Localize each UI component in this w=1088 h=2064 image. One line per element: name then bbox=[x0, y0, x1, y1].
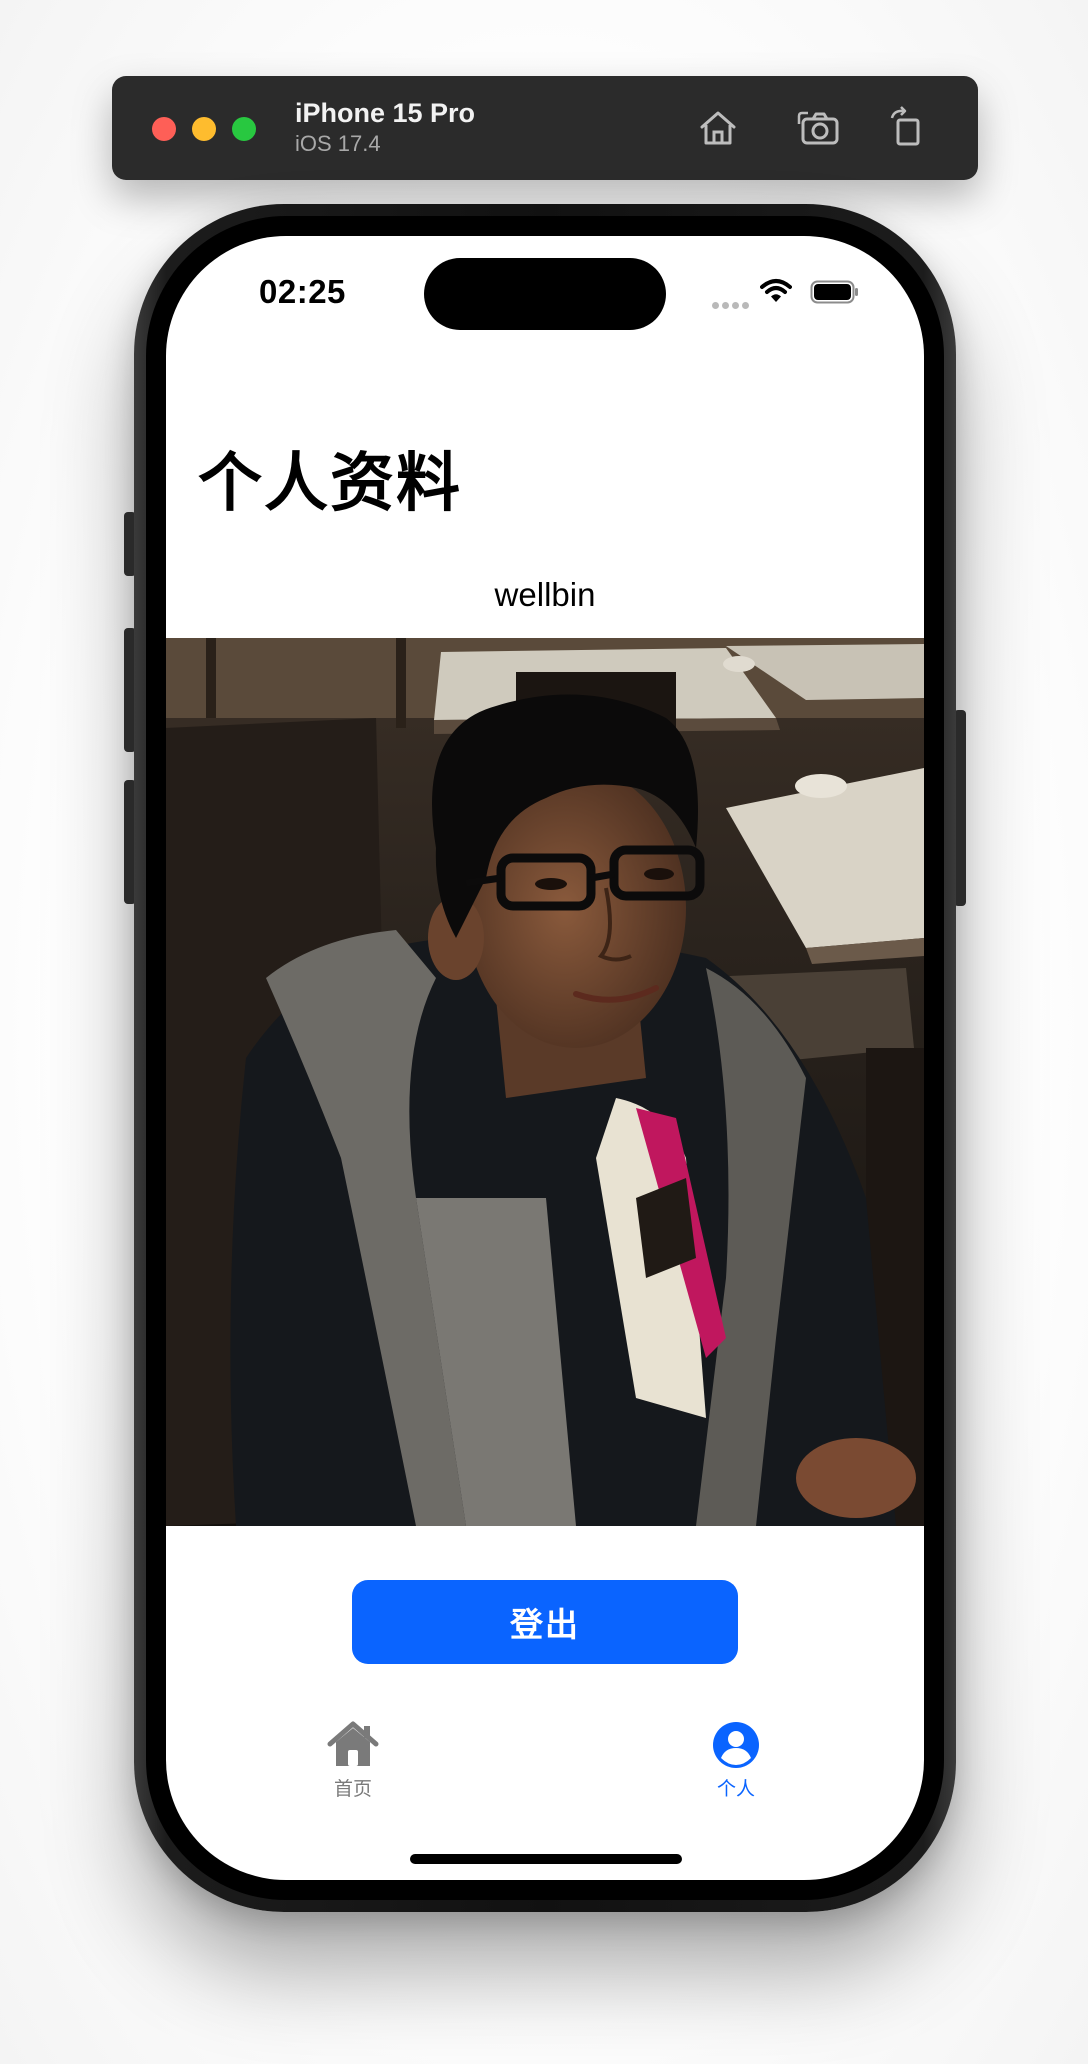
phone-screen: 02:25 个人资料 wellbin 登出 首页 个人 bbox=[166, 236, 924, 1880]
status-time: 02:25 bbox=[259, 273, 346, 310]
zoom-window-button[interactable] bbox=[232, 117, 256, 141]
battery-icon bbox=[810, 280, 860, 304]
close-window-button[interactable] bbox=[152, 117, 176, 141]
house-icon bbox=[327, 1721, 379, 1766]
profile-photo bbox=[166, 638, 924, 1526]
page-title: 个人资料 bbox=[198, 447, 462, 519]
simulator-stage: iPhone 15 Pro iOS 17.4 02:25 个人资料 wellbi… bbox=[0, 0, 1088, 2064]
username-label: wellbin bbox=[494, 576, 596, 613]
rotate-icon[interactable] bbox=[884, 104, 932, 152]
tab-home-label: 首页 bbox=[333, 1778, 372, 1800]
logout-button[interactable]: 登出 bbox=[352, 1580, 738, 1664]
simulator-toolbar: iPhone 15 Pro iOS 17.4 bbox=[112, 76, 978, 180]
tab-profile-label: 个人 bbox=[716, 1778, 755, 1800]
cellular-icon bbox=[712, 296, 752, 309]
tab-home[interactable]: 首页 bbox=[283, 1720, 423, 1810]
wifi-icon bbox=[760, 278, 792, 304]
screenshot-icon[interactable] bbox=[794, 104, 842, 152]
person-circle-icon bbox=[713, 1722, 759, 1768]
device-name: iPhone 15 Pro bbox=[295, 98, 476, 128]
home-icon[interactable] bbox=[694, 104, 742, 152]
home-indicator[interactable] bbox=[410, 1854, 682, 1864]
dynamic-island bbox=[424, 258, 666, 330]
tab-profile[interactable]: 个人 bbox=[666, 1720, 806, 1810]
tab-bar: 首页 个人 bbox=[166, 1720, 924, 1820]
minimize-window-button[interactable] bbox=[192, 117, 216, 141]
device-os-version: iOS 17.4 bbox=[295, 131, 381, 156]
